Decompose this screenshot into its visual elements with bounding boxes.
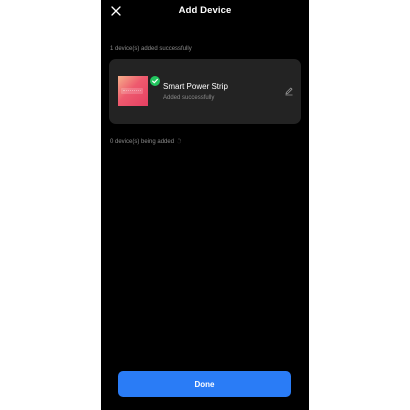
app-screen: Add Device 1 device(s) added successfull… [101, 0, 309, 410]
adding-count-label: 0 device(s) being added [110, 138, 182, 145]
pencil-icon [284, 86, 294, 96]
edit-device-button[interactable] [284, 86, 294, 96]
power-strip-image [121, 88, 143, 94]
added-count-label: 1 device(s) added successfully [110, 46, 192, 52]
device-thumbnail [118, 76, 148, 106]
device-card[interactable]: Smart Power Strip Added successfully [109, 59, 301, 124]
page-title: Add Device [178, 5, 232, 16]
loading-spinner-icon [176, 138, 182, 144]
adding-count-text: 0 device(s) being added [110, 139, 175, 145]
done-button[interactable]: Done [118, 371, 291, 397]
device-status: Added successfully [163, 95, 215, 101]
device-name: Smart Power Strip [163, 82, 228, 91]
app-header: Add Device [101, 0, 309, 26]
check-circle-icon [149, 75, 161, 87]
